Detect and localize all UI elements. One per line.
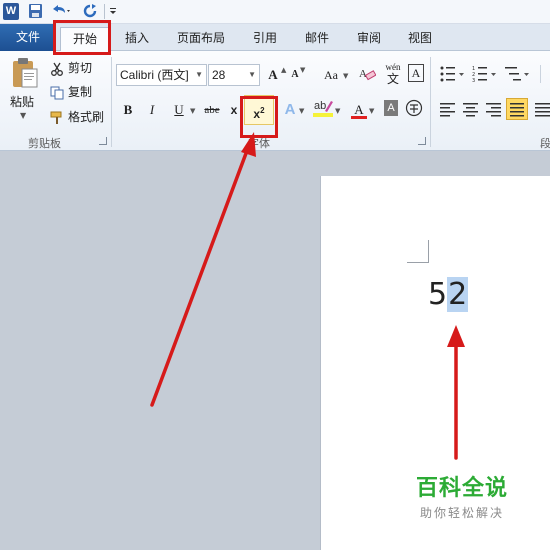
strikethrough-button[interactable]: abe — [200, 99, 224, 121]
watermark: 百科全说 助你轻松解决 — [392, 470, 532, 521]
highlight-superscript-box — [240, 96, 278, 138]
italic-button[interactable]: I — [145, 99, 159, 121]
scissors-icon — [51, 62, 63, 76]
margin-corner-mark — [428, 240, 429, 262]
chevron-down-icon: ▼ — [195, 70, 203, 79]
align-left-button[interactable] — [437, 98, 459, 120]
font-color-glyph: A — [354, 102, 364, 117]
tab-page-layout[interactable]: 页面布局 — [172, 27, 230, 50]
align-right-icon — [486, 103, 501, 117]
tab-file[interactable]: 文件 — [0, 24, 56, 51]
tab-mailings[interactable]: 邮件 — [300, 27, 334, 50]
format-painter-icon — [50, 111, 62, 124]
chevron-down-icon: ▼ — [248, 70, 256, 79]
font-name-combobox[interactable]: Calibri (西文] ▼ — [116, 64, 207, 86]
watermark-title: 百科全说 — [415, 476, 508, 501]
shrink-arrow-icon: ▼ — [300, 66, 306, 74]
chevron-down-icon[interactable]: ▼ — [369, 107, 374, 115]
phonetic-guide-button[interactable]: wén 文 — [382, 62, 404, 86]
justify-button[interactable] — [506, 98, 528, 120]
numbering-icon[interactable]: 123 — [472, 65, 500, 83]
bold-button[interactable]: B — [120, 99, 136, 121]
enclose-characters-icon — [405, 99, 423, 117]
character-shading-button[interactable]: A — [384, 100, 398, 116]
underline-dropdown-icon[interactable]: ▼ — [190, 107, 195, 115]
font-color-bar — [351, 116, 367, 119]
copy-icon — [50, 86, 64, 99]
cut-button[interactable]: 剪切 — [50, 59, 92, 77]
arrow-to-superscript — [150, 146, 250, 407]
document-text-base: 5 — [428, 277, 448, 312]
text-effect-button[interactable]: A — [280, 99, 300, 121]
paragraph-group-label: 段 — [540, 137, 550, 150]
group-separator — [540, 65, 541, 83]
bullets-icon[interactable] — [440, 65, 468, 83]
phonetic-guide-bottom: 文 — [386, 72, 399, 86]
svg-text:ab: ab — [314, 100, 326, 112]
change-case-button[interactable]: Aa — [318, 64, 344, 86]
multilevel-list-icon[interactable] — [505, 65, 533, 83]
tab-references[interactable]: 引用 — [248, 27, 282, 50]
paste-icon[interactable] — [10, 57, 40, 89]
highlight-home-tab-box — [53, 20, 111, 55]
font-launcher-icon[interactable] — [418, 137, 426, 145]
copy-button[interactable]: 复制 — [50, 83, 92, 101]
align-center-button[interactable] — [460, 98, 482, 120]
align-right-button[interactable] — [483, 98, 505, 120]
font-color-button[interactable]: A — [350, 99, 368, 121]
format-painter-label: 格式刷 — [68, 110, 105, 124]
font-size-combobox[interactable]: 28 ▼ — [208, 64, 260, 86]
clipboard-launcher-icon[interactable] — [99, 137, 107, 145]
underline-button[interactable]: U — [168, 99, 190, 121]
selected-text[interactable]: 2 — [447, 277, 469, 312]
justify-icon — [510, 103, 524, 117]
align-center-icon — [463, 103, 478, 117]
enclose-characters-button[interactable] — [405, 99, 423, 121]
copy-label: 复制 — [68, 85, 93, 99]
clipboard-group-label: 剪贴板 — [28, 137, 61, 150]
cut-label: 剪切 — [68, 61, 93, 75]
highlighter-icon: ab — [313, 100, 333, 117]
save-icon[interactable] — [28, 3, 43, 20]
tab-view[interactable]: 视图 — [403, 27, 437, 50]
clear-formatting-button[interactable]: A — [358, 64, 377, 86]
tab-review[interactable]: 审阅 — [352, 27, 386, 50]
redo-icon[interactable] — [82, 3, 98, 20]
margin-corner-mark — [407, 262, 429, 263]
paste-button[interactable]: 粘贴 — [10, 93, 34, 110]
clear-formatting-icon: A — [359, 68, 377, 81]
tab-insert[interactable]: 插入 — [118, 27, 156, 50]
svg-text:3: 3 — [472, 78, 475, 83]
paste-dropdown-icon[interactable]: ▼ — [20, 111, 26, 120]
align-left-icon — [440, 103, 455, 117]
qat-separator — [104, 4, 105, 19]
format-painter-button[interactable]: 格式刷 — [50, 108, 104, 126]
group-separator — [430, 57, 431, 147]
watermark-subtitle: 助你轻松解决 — [419, 506, 504, 520]
document-text[interactable]: 52 — [428, 272, 469, 320]
grow-arrow-icon: ▲ — [281, 66, 287, 74]
chevron-down-icon[interactable]: ▼ — [343, 72, 348, 80]
highlight-button[interactable]: ab — [312, 97, 334, 119]
font-size-value: 28 — [212, 68, 226, 82]
undo-icon[interactable] — [50, 3, 72, 20]
font-name-value: Calibri (西文] — [120, 68, 189, 82]
distributed-button[interactable] — [532, 98, 550, 120]
grow-font-button[interactable]: A — [264, 64, 282, 86]
svg-text:A: A — [359, 68, 367, 80]
group-separator — [111, 57, 112, 147]
customize-toolbar-icon[interactable] — [108, 3, 118, 20]
distributed-icon — [535, 103, 550, 117]
word-logo-icon[interactable]: W — [3, 3, 19, 20]
chevron-down-icon[interactable]: ▼ — [299, 107, 304, 115]
chevron-down-icon[interactable]: ▼ — [335, 107, 340, 115]
character-border-button[interactable]: A — [408, 64, 424, 82]
subscript-button[interactable]: x — [227, 99, 241, 121]
